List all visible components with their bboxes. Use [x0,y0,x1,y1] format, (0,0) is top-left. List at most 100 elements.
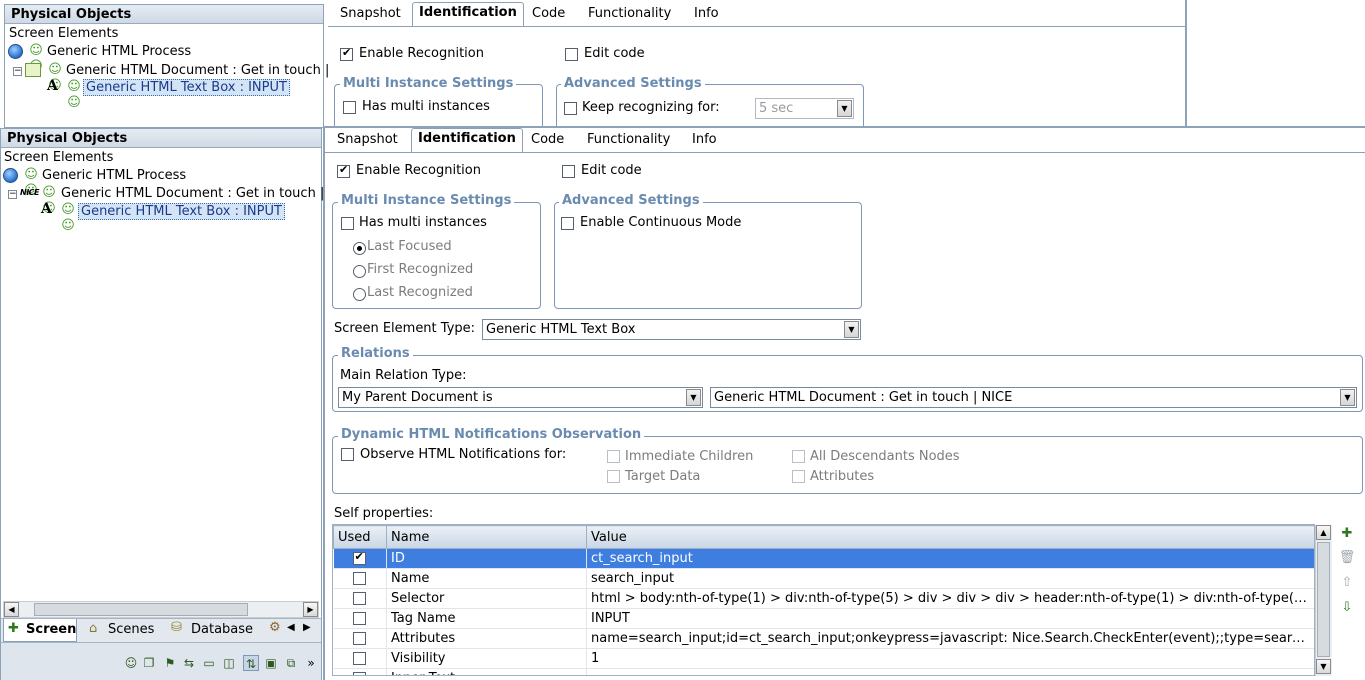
back-tree-process[interactable]: Generic HTML Process [47,43,191,60]
attributes-checkbox[interactable] [792,470,805,483]
table-row[interactable]: Selector html > body:nth-of-type(1) > div… [333,588,1314,609]
table-row[interactable]: Name search_input [333,568,1314,589]
tree-document[interactable]: Generic HTML Document : Get in touch | [61,185,324,202]
bottom-tab-screen[interactable]: ✚ Screen [3,619,77,642]
tree-root[interactable]: Screen Elements [4,149,113,166]
last-focused-radio[interactable] [353,242,366,255]
column-header-used[interactable]: Used [333,525,387,549]
column-header-value[interactable]: Value [586,525,1314,549]
property-value[interactable]: ct_search_input [586,548,1314,569]
observe-notifications-checkbox[interactable] [341,448,354,461]
sort-icon[interactable]: ⇅ [243,655,259,671]
property-value[interactable]: 1 [586,648,1314,669]
tab-code[interactable]: Code [525,130,570,152]
group-icon[interactable]: ☺ [123,655,139,671]
column-header-name[interactable]: Name [386,525,587,549]
property-value[interactable]: INPUT [586,608,1314,629]
back-tab-code[interactable]: Code [526,4,571,26]
window-icon[interactable]: ▣ [263,655,279,671]
more-icon[interactable]: » [303,655,319,671]
table-row[interactable]: Tag Name INPUT [333,608,1314,629]
used-checkbox[interactable] [352,612,366,625]
add-property-icon[interactable]: ✚ [1338,525,1356,543]
scroll-right-icon[interactable]: ▶ [303,602,318,617]
has-multi-checkbox[interactable] [341,217,354,230]
back-keep-recognizing-checkbox[interactable] [564,102,577,115]
property-value[interactable]: html > body:nth-of-type(1) > div:nth-of-… [586,588,1314,609]
back-tree-textbox[interactable]: Generic HTML Text Box : INPUT [83,79,290,96]
back-tab-snapshot[interactable]: Snapshot [334,4,407,26]
tab-scroll-left-icon[interactable]: ◀ [287,622,295,633]
tab-snapshot[interactable]: Snapshot [331,130,404,152]
property-value[interactable]: name=search_input;id=ct_search_input;onk… [586,628,1314,649]
tab-info[interactable]: Info [686,130,723,152]
vertical-scroll-thumb[interactable] [1317,542,1330,657]
used-checkbox[interactable] [352,592,366,605]
continuous-mode-checkbox[interactable] [561,217,574,230]
property-name[interactable]: Attributes [386,628,587,649]
delete-property-icon[interactable]: 🗑 [1338,549,1356,567]
table-row[interactable]: Visibility 1 [333,648,1314,669]
move-up-icon[interactable]: ⇧ [1338,574,1356,592]
horizontal-scrollbar[interactable]: ◀ ▶ [3,601,319,618]
table-row[interactable]: IDct_search_input [333,548,1314,569]
last-recognized-radio[interactable] [353,288,366,301]
table-row[interactable]: Attributes name=search_input;id=ct_search… [333,628,1314,649]
property-name[interactable]: Inner Text [386,668,587,675]
bottom-tab-database[interactable]: Database [191,620,253,640]
relation-type-select[interactable]: My Parent Document is ▼ [338,387,703,408]
used-checkbox[interactable] [352,572,366,585]
back-tab-functionality[interactable]: Functionality [582,4,677,26]
all-descendants-label: All Descendants Nodes [810,449,960,464]
scroll-left-icon[interactable]: ◀ [4,602,19,617]
back-keep-recognizing-select[interactable]: 5 sec ▼ [755,98,854,119]
enable-recognition-checkbox[interactable] [337,163,350,178]
scroll-up-icon[interactable]: ▲ [1316,525,1331,540]
property-name[interactable]: Tag Name [386,608,587,629]
tree-textbox-selected[interactable]: Generic HTML Text Box : INPUT [78,203,285,220]
bottom-tab-scenes[interactable]: Scenes [108,620,154,640]
back-tab-info[interactable]: Info [688,4,725,26]
tab-scroll-right-icon[interactable]: ▶ [303,622,311,633]
scroll-down-icon[interactable]: ▼ [1316,659,1331,674]
property-name[interactable]: Visibility [386,648,587,669]
monitor-icon[interactable]: ▭ [201,655,217,671]
used-checkbox[interactable] [352,632,366,645]
back-enable-recognition-checkbox[interactable] [340,46,353,61]
back-has-multi-label: Has multi instances [362,99,490,114]
first-recognized-radio[interactable] [353,265,366,278]
collapse-icon[interactable]: − [8,190,17,199]
relation-target-select[interactable]: Generic HTML Document : Get in touch | N… [710,387,1357,408]
flag-icon[interactable]: ⚑ [162,655,178,671]
tab-functionality[interactable]: Functionality [581,130,676,152]
back-edit-code-checkbox[interactable] [565,48,578,61]
stack-icon[interactable]: ◫ [221,655,237,671]
edit-code-checkbox[interactable] [562,165,575,178]
property-name[interactable]: Selector [386,588,587,609]
windows-icon[interactable]: ⧉ [283,655,299,671]
tree-process[interactable]: Generic HTML Process [42,167,186,184]
back-tab-identification[interactable]: Identification [412,2,524,26]
immediate-children-checkbox[interactable] [607,450,620,463]
property-name[interactable]: ID [386,548,587,569]
used-checkbox[interactable] [352,672,366,675]
property-name[interactable]: Name [386,568,587,589]
table-vertical-scrollbar[interactable]: ▲ ▼ [1315,525,1332,676]
target-data-checkbox[interactable] [607,470,620,483]
all-descendants-checkbox[interactable] [792,450,805,463]
table-row[interactable]: Inner Text [333,668,1314,675]
move-down-icon[interactable]: ⇩ [1338,599,1356,617]
property-value[interactable] [586,668,1314,675]
horizontal-scroll-thumb[interactable] [34,603,248,616]
tab-identification[interactable]: Identification [411,128,523,152]
element-type-select[interactable]: Generic HTML Text Box ▼ [482,319,861,340]
copy-icon[interactable]: ❐ [141,655,157,671]
collapse-icon[interactable]: − [13,67,22,76]
link-icon[interactable]: ⇆ [181,655,197,671]
property-value[interactable]: search_input [586,568,1314,589]
back-tree-document[interactable]: Generic HTML Document : Get in touch | [66,62,329,79]
used-checkbox[interactable] [352,550,366,565]
main-relation-label: Main Relation Type: [340,368,467,383]
back-has-multi-checkbox[interactable] [343,101,356,114]
used-checkbox[interactable] [352,652,366,665]
